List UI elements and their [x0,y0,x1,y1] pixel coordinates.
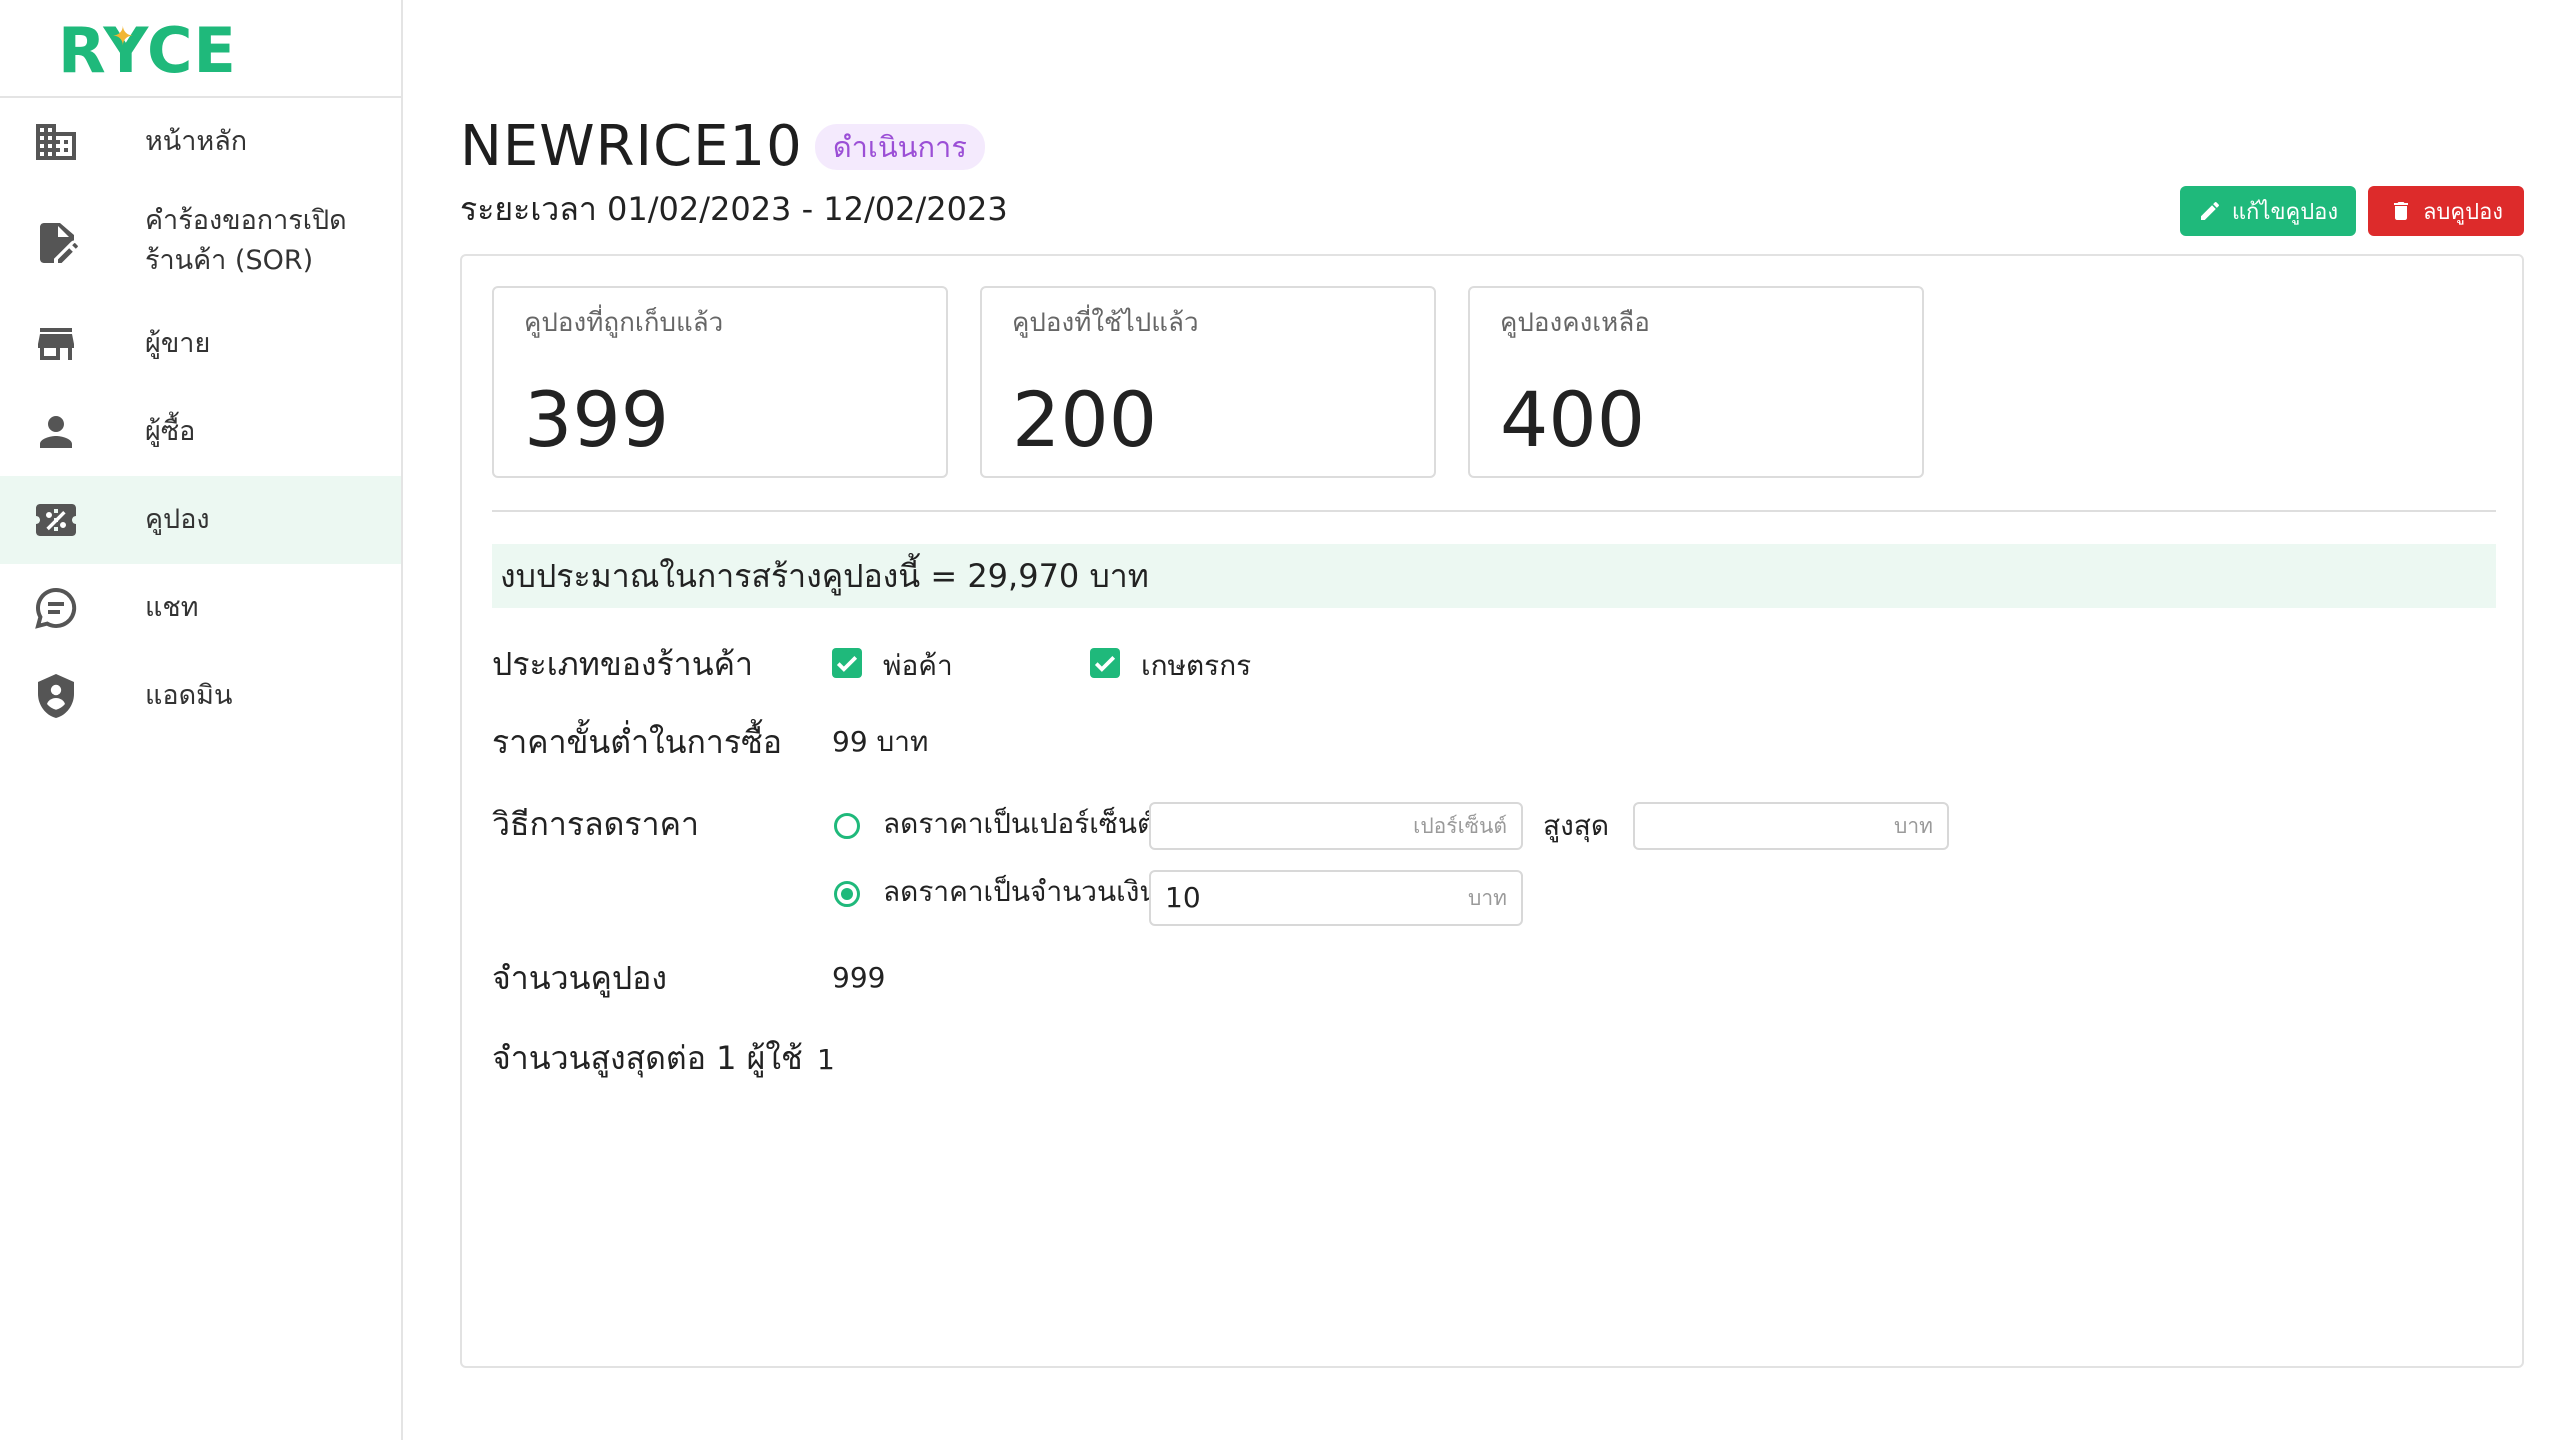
sidebar-item-sellers[interactable]: ผู้ขาย [0,300,401,388]
sidebar-item-label: หน้าหลัก [145,126,248,157]
stat-label: คูปองคงเหลือ [1500,308,1650,338]
sidebar-item-label-line2: ร้านค้า (SOR) [145,245,314,276]
person-icon [32,408,80,456]
logo[interactable]: RYCE ✦ [0,0,401,98]
sidebar-item-label: ผู้ซื้อ [145,416,196,447]
radio-amount-label: ลดราคาเป็นจำนวนเงิน [883,875,1159,908]
per-user-value: 1 [817,1043,835,1076]
sidebar-item-home[interactable]: หน้าหลัก [0,98,401,186]
percent-input[interactable]: เปอร์เซ็นต์ [1149,802,1523,850]
sidebar-item-label: คำร้องขอการเปิด [145,205,347,236]
sidebar-item-label: แอดมิน [145,680,233,711]
chat-icon [32,584,80,632]
sidebar-item-chat[interactable]: แชท [0,564,401,652]
stat-label: คูปองที่ใช้ไปแล้ว [1012,308,1199,338]
max-label: สูงสุด [1543,809,1610,842]
title-row: NEWRICE10 ดำเนินการ [460,112,985,182]
divider [492,510,2496,512]
radio-amount[interactable] [834,881,860,907]
store-type-label: ประเภทของร้านค้า [492,645,753,683]
percent-input-placeholder: เปอร์เซ็นต์ [1413,814,1507,838]
delete-coupon-label: ลบคูปอง [2422,198,2504,224]
stat-value: 400 [1500,375,1646,464]
edit-coupon-label: แก้ไขคูปอง [2231,198,2339,224]
sidebar-item-admin[interactable]: แอดมิน [0,652,401,740]
store-icon [32,320,80,368]
radio-percent-label: ลดราคาเป็นเปอร์เซ็นต์ [883,807,1156,840]
status-badge: ดำเนินการ [814,124,985,170]
trash-icon [2393,202,2408,220]
per-user-label: จำนวนสูงสุดต่อ 1 ผู้ใช้ [492,1039,803,1077]
sidebar-item-label: แชท [145,592,199,623]
amount-input-value: 10 [1165,881,1201,914]
rice-leaf-icon: ✦ [112,22,134,52]
sidebar-nav: หน้าหลัก คำร้องขอการเปิด ร้านค้า (SOR) ผ… [0,98,401,740]
stat-collected: คูปองที่ถูกเก็บแล้ว 399 [492,286,948,478]
discount-method-label: วิธีการลดราคา [492,805,699,843]
check-icon [836,656,858,672]
amount-input[interactable]: 10 บาท [1149,870,1523,926]
logo-text: RYCE [58,14,237,87]
page-title: NEWRICE10 [460,114,803,179]
pencil-icon [2200,201,2219,220]
check-icon [1094,656,1116,672]
sidebar-item-sor[interactable]: คำร้องขอการเปิด ร้านค้า (SOR) [0,186,401,300]
coupon-detail-card: คูปองที่ถูกเก็บแล้ว 399 คูปองที่ใช้ไปแล้… [460,254,2524,1368]
stat-value: 200 [1012,375,1158,464]
radio-percent[interactable] [834,813,860,839]
budget-banner: งบประมาณในการสร้างคูปองนี้ = 29,970 บาท [492,544,2496,608]
stat-remaining: คูปองคงเหลือ 400 [1468,286,1924,478]
sidebar-item-coupons[interactable]: คูปอง [0,476,401,564]
delete-coupon-button[interactable]: ลบคูปอง [2368,186,2524,236]
document-edit-icon [32,219,80,267]
stat-value: 399 [524,375,670,464]
building-icon [32,118,80,166]
shield-person-icon [32,672,80,720]
min-price-value: 99 บาท [832,725,929,758]
stat-used: คูปองที่ใช้ไปแล้ว 200 [980,286,1436,478]
coupon-percent-icon [32,496,80,544]
sidebar-item-label: คูปอง [145,504,210,535]
quantity-label: จำนวนคูปอง [492,959,667,997]
sidebar-item-label: ผู้ขาย [145,328,211,359]
stat-label: คูปองที่ถูกเก็บแล้ว [524,308,724,338]
edit-coupon-button[interactable]: แก้ไขคูปอง [2180,186,2356,236]
max-discount-placeholder: บาท [1894,814,1933,838]
quantity-value: 999 [832,961,886,994]
min-price-label: ราคาขั้นต่ำในการซื้อ [492,723,782,761]
checkbox-merchant-label: พ่อค้า [883,649,953,682]
checkbox-merchant[interactable] [832,648,862,678]
max-discount-input[interactable]: บาท [1633,802,1949,850]
sidebar-item-buyers[interactable]: ผู้ซื้อ [0,388,401,476]
coupon-period: ระยะเวลา 01/02/2023 - 12/02/2023 [460,190,1008,228]
sidebar: RYCE ✦ หน้าหลัก คำร้องขอการเปิด ร้านค้า … [0,0,403,1440]
checkbox-farmer-label: เกษตรกร [1141,649,1252,682]
checkbox-farmer[interactable] [1090,648,1120,678]
amount-input-unit: บาท [1468,886,1507,910]
